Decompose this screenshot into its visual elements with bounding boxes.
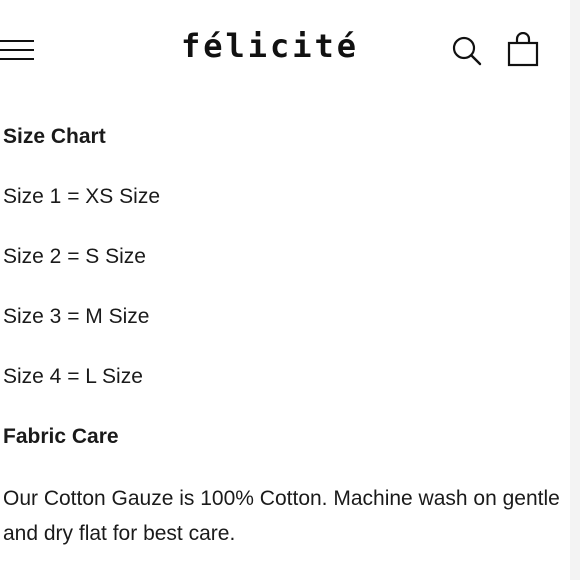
cart-button[interactable] [506, 31, 540, 68]
menu-line [0, 58, 34, 60]
brand-logo[interactable]: félicité [120, 27, 420, 65]
fabric-care-heading: Fabric Care [3, 425, 119, 448]
size-row: Size 2 = S Size [3, 245, 146, 268]
search-button[interactable] [450, 34, 484, 68]
size-chart-heading: Size Chart [3, 125, 106, 148]
scroll-gutter [570, 0, 580, 580]
fabric-care-text: Our Cotton Gauze is 100% Cotton. Machine… [3, 487, 560, 545]
size-row: Size 1 = XS Size [3, 185, 160, 208]
size-row: Size 3 = M Size [3, 305, 150, 328]
menu-line [0, 49, 34, 51]
page: félicité Size Chart Size 1 = XS Size Siz… [0, 0, 570, 580]
size-row: Size 4 = L Size [3, 365, 143, 388]
search-icon [452, 36, 482, 66]
shopping-bag-icon [507, 31, 539, 67]
site-header: félicité [0, 0, 570, 100]
menu-button[interactable] [0, 36, 36, 64]
menu-line [0, 40, 34, 42]
